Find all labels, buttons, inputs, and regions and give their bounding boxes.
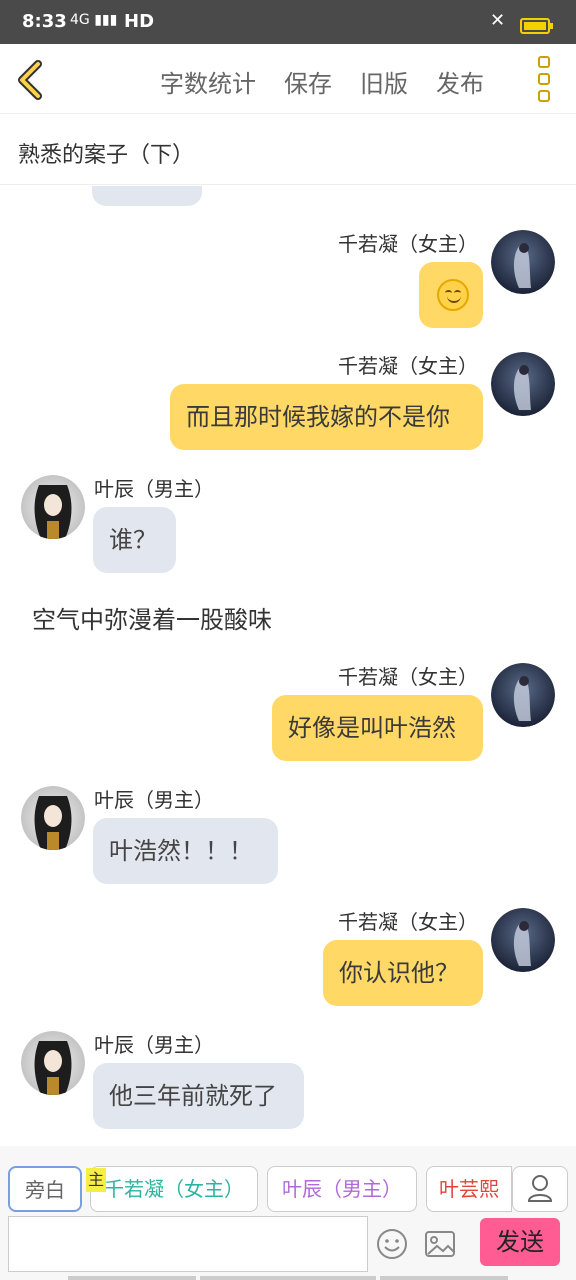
speaker-name: 千若凝（女主） — [338, 910, 478, 934]
save-button[interactable]: 保存 — [284, 64, 332, 99]
clock: 8:33 — [22, 11, 67, 32]
speaker-name: 千若凝（女主） — [338, 354, 478, 378]
avatar-male-lead[interactable] — [21, 786, 85, 850]
chevron-left-icon — [18, 60, 42, 100]
message-bubble[interactable]: 你认识他？ — [323, 940, 483, 1006]
add-role-button[interactable] — [512, 1166, 568, 1212]
role-male-lead-button[interactable]: 叶辰（男主） — [267, 1166, 417, 1212]
speaker-name: 千若凝（女主） — [338, 665, 478, 689]
message-input[interactable] — [8, 1216, 368, 1272]
speaker-name: 千若凝（女主） — [338, 232, 478, 256]
message-bubble[interactable]: 谁？ — [93, 507, 176, 573]
person-icon — [527, 1175, 553, 1202]
role-female-lead-button[interactable]: 千若凝（女主） — [90, 1166, 258, 1212]
publish-button[interactable]: 发布 — [436, 64, 484, 99]
composer-bar: 发送 — [0, 1216, 576, 1280]
main-role-badge: 主 — [86, 1168, 106, 1192]
nav-handle — [68, 1276, 196, 1280]
avatar-male-lead[interactable] — [21, 475, 85, 539]
role-ye-yunxi-button[interactable]: 叶芸熙 — [426, 1166, 512, 1212]
send-button[interactable]: 发送 — [480, 1218, 560, 1266]
chat-area[interactable]: 千若凝（女主） 千若凝（女主） 而且那时候我嫁的不是你 叶辰（男主） 谁？ 空气… — [0, 186, 576, 1144]
avatar-female-lead[interactable] — [491, 908, 555, 972]
old-version-button[interactable]: 旧版 — [360, 64, 408, 99]
status-bar: 8:33 4G ▮▮▮ HD ✕ — [0, 0, 576, 44]
signal-icon: 4G ▮▮▮ — [70, 12, 118, 28]
emoji-icon[interactable] — [376, 1228, 408, 1260]
avatar-female-lead[interactable] — [491, 352, 555, 416]
word-count-button[interactable]: 字数统计 — [160, 64, 256, 99]
speaker-name: 叶辰（男主） — [94, 1033, 214, 1057]
nav-handle — [200, 1276, 376, 1280]
nav-handle — [380, 1276, 508, 1280]
network-label: HD — [124, 11, 155, 32]
back-button[interactable] — [16, 60, 46, 100]
message-bubble[interactable]: 好像是叫叶浩然 — [272, 695, 483, 761]
smiling-face-icon — [437, 279, 469, 311]
role-label: 千若凝（女主） — [104, 1177, 244, 1201]
avatar-male-lead[interactable] — [21, 1031, 85, 1095]
speaker-name: 叶辰（男主） — [94, 788, 214, 812]
battery-icon — [520, 18, 553, 34]
message-bubble[interactable]: 他三年前就死了 — [93, 1063, 304, 1129]
message-bubble[interactable] — [419, 262, 483, 328]
avatar-female-lead[interactable] — [491, 230, 555, 294]
more-menu-icon[interactable] — [536, 56, 552, 102]
avatar-female-lead[interactable] — [491, 663, 555, 727]
message-bubble[interactable]: 叶浩然！！！ — [93, 818, 278, 884]
story-title[interactable]: 熟悉的案子（下） — [18, 137, 194, 169]
top-toolbar: 字数统计 保存 旧版 发布 — [0, 44, 576, 114]
message-bubble[interactable]: 而且那时候我嫁的不是你 — [170, 384, 483, 450]
role-narrator-button[interactable]: 旁白 — [8, 1166, 82, 1212]
speaker-name: 叶辰（男主） — [94, 477, 214, 501]
vibrate-off-icon: ✕ — [490, 10, 506, 31]
story-title-bar: 熟悉的案子（下） — [0, 115, 576, 185]
role-selector-bar: 旁白 千若凝（女主） 主 叶辰（男主） 叶芸熙 — [0, 1146, 576, 1216]
narration-text[interactable]: 空气中弥漫着一股酸味 — [32, 600, 272, 635]
message-bubble[interactable] — [92, 186, 202, 206]
image-icon[interactable] — [424, 1230, 456, 1258]
